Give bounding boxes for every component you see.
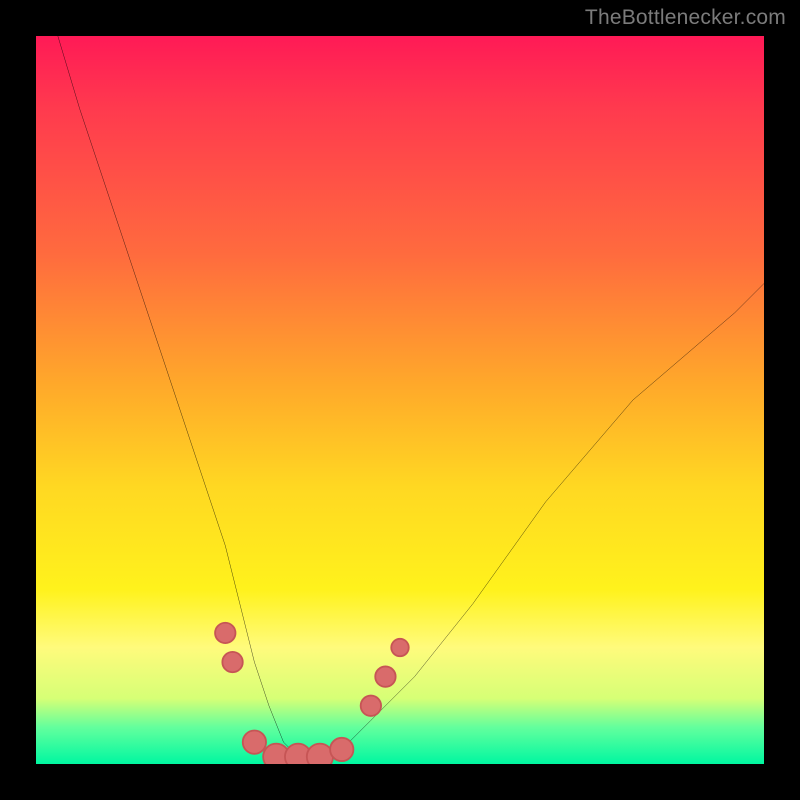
marker-dot — [375, 666, 395, 686]
plot-area — [36, 36, 764, 764]
marker-dot — [330, 738, 353, 761]
marker-dot — [243, 731, 266, 754]
marker-dot — [215, 623, 235, 643]
marker-dot — [222, 652, 242, 672]
marker-dot — [307, 744, 333, 764]
chart-frame: TheBottlenecker.com — [0, 0, 800, 800]
curve-layer — [36, 36, 764, 764]
marker-group — [215, 623, 409, 764]
bottleneck-curve — [58, 36, 764, 757]
watermark-text: TheBottlenecker.com — [585, 6, 786, 30]
marker-dot — [391, 639, 408, 656]
marker-dot — [361, 696, 381, 716]
